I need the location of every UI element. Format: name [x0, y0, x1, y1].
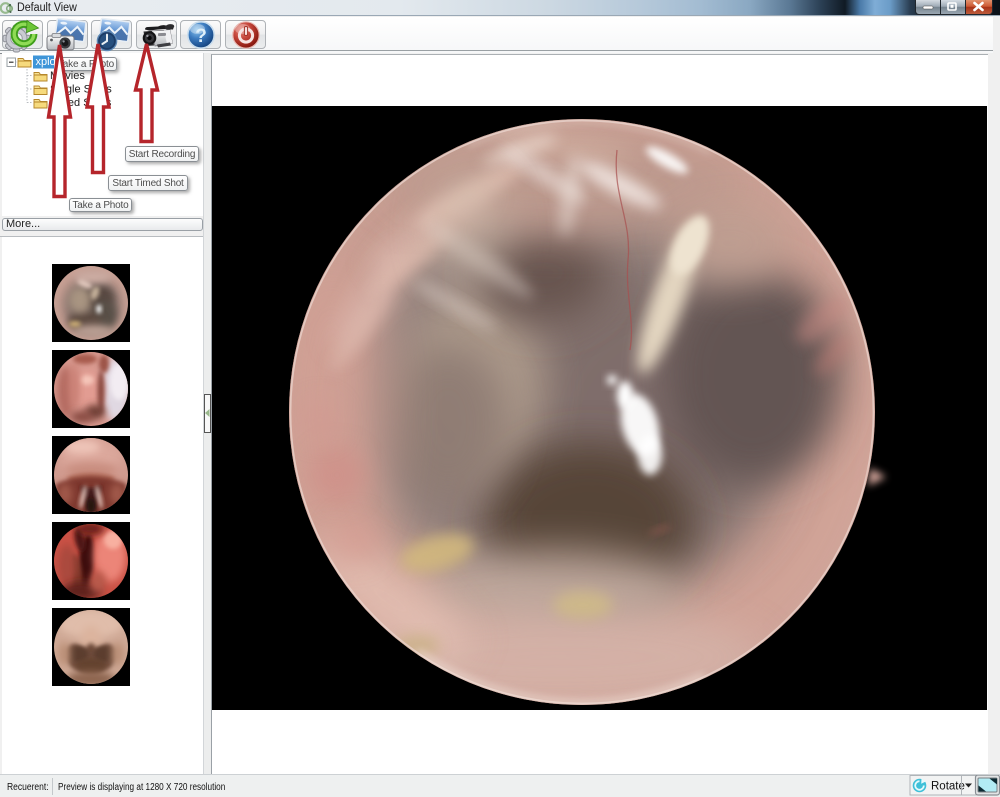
svg-text:Rotate: Rotate [931, 781, 965, 793]
